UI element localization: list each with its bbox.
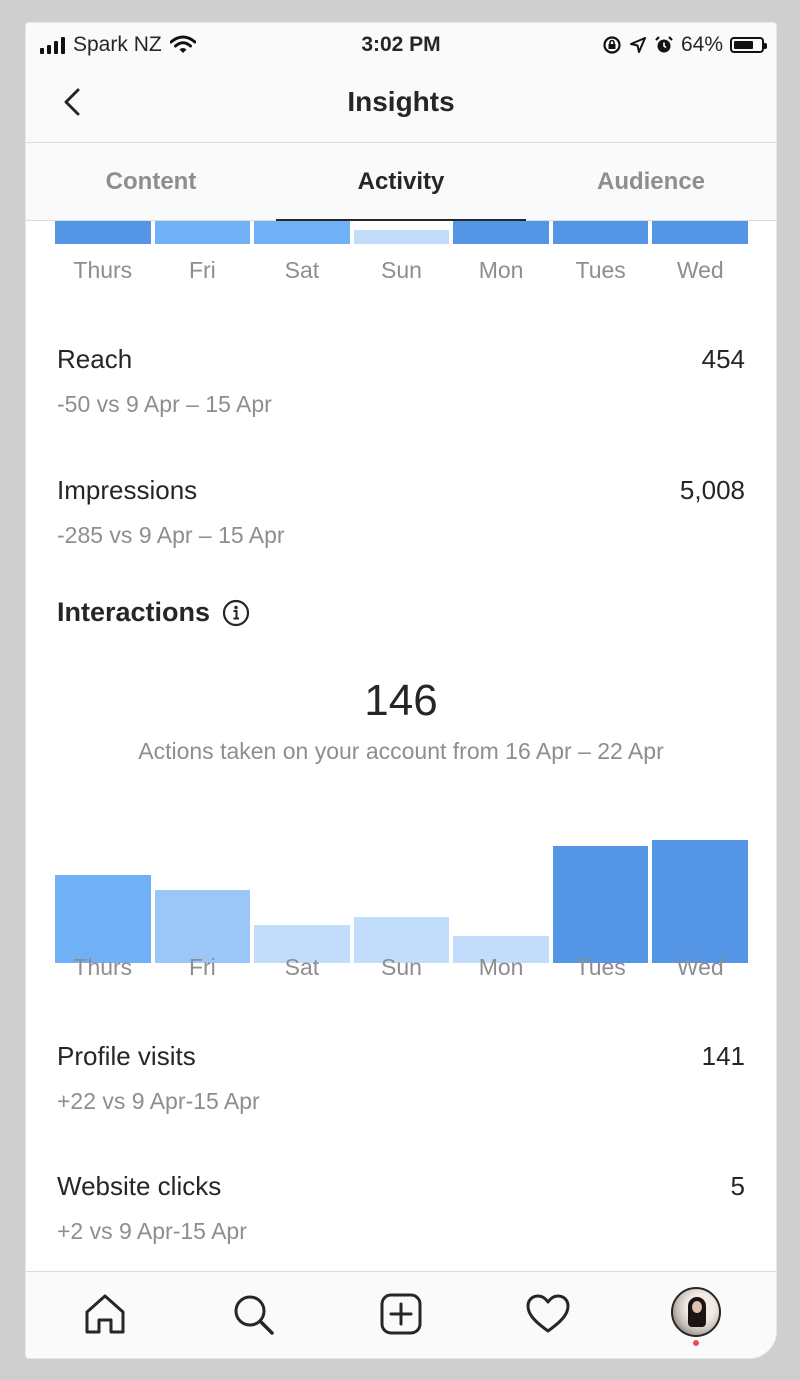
discovery-day-label: Wed xyxy=(676,257,724,283)
impressions-comparison: -285 vs 9 Apr – 15 Apr xyxy=(57,522,285,548)
profile-visits-label: Profile visits xyxy=(57,1041,196,1071)
interactions-title: Interactions xyxy=(57,597,211,627)
interactions-day-label: Wed xyxy=(676,954,724,980)
tab-content[interactable]: Content xyxy=(26,143,276,220)
impressions-label: Impressions xyxy=(57,475,198,505)
interactions-heading: Interactions xyxy=(57,597,250,628)
discovery-day-label: Fri xyxy=(188,257,216,283)
battery-percent: 64% xyxy=(680,33,723,56)
discovery-day-label: Mon xyxy=(478,257,524,283)
discovery-day-label: Tues xyxy=(575,257,626,283)
header: Insights xyxy=(26,68,776,143)
info-icon[interactable] xyxy=(222,599,250,627)
reach-row[interactable]: Reach 454 -50 vs 9 Apr – 15 Apr xyxy=(57,344,745,418)
alarm-icon xyxy=(655,36,673,53)
discovery-bar-wed[interactable] xyxy=(652,221,749,244)
interactions-day-label: Fri xyxy=(188,954,216,980)
status-right: 64% xyxy=(602,33,767,57)
activity-content[interactable]: Thurs Fri Sat Sun Mon Tues Wed Reach 454 -50 v… xyxy=(26,221,776,1271)
discovery-bar-thurs[interactable] xyxy=(55,221,151,244)
profile-visits-value: 141 xyxy=(701,1041,745,1071)
discovery-day-label: Sat xyxy=(284,257,320,283)
website-clicks-comparison: +2 vs 9 Apr-15 Apr xyxy=(57,1218,247,1244)
reach-label: Reach xyxy=(57,344,133,374)
battery-icon xyxy=(730,37,767,53)
discovery-bar-fri[interactable] xyxy=(154,221,251,244)
tab-audience[interactable]: Audience xyxy=(526,143,776,220)
impressions-row[interactable]: Impressions 5,008 -285 vs 9 Apr – 15 Apr xyxy=(57,475,745,549)
website-clicks-row[interactable]: Website clicks 5 +2 vs 9 Apr-15 Apr xyxy=(57,1171,745,1245)
discovery-bar-sat[interactable] xyxy=(254,221,350,244)
website-clicks-label: Website clicks xyxy=(57,1171,222,1201)
interactions-bar-tues[interactable] xyxy=(552,846,649,963)
discovery-day-label: Thurs xyxy=(73,257,133,283)
interactions-total: 146 xyxy=(364,676,438,725)
discovery-bar-tues[interactable] xyxy=(552,221,649,244)
profile-visits-row[interactable]: Profile visits 141 +22 vs 9 Apr-15 Apr xyxy=(57,1041,745,1115)
impressions-value: 5,008 xyxy=(679,475,745,505)
website-clicks-value: 5 xyxy=(730,1171,745,1201)
interactions-day-label: Sat xyxy=(284,954,320,980)
rotation-lock-icon xyxy=(603,36,621,54)
interactions-bar-chart xyxy=(55,803,749,963)
notification-dot xyxy=(693,1340,699,1346)
interactions-day-label: Sun xyxy=(381,954,422,980)
interactions-day-label: Thurs xyxy=(73,954,133,980)
interactions-bar-wed[interactable] xyxy=(652,840,749,963)
profile-visits-comparison: +22 vs 9 Apr-15 Apr xyxy=(57,1088,260,1114)
profile-avatar[interactable] xyxy=(671,1287,721,1337)
interactions-caption: Actions taken on your account from 16 Ap… xyxy=(138,738,664,764)
add-post-icon[interactable] xyxy=(377,1290,425,1338)
interactions-day-label: Tues xyxy=(575,954,626,980)
interactions-day-label: Mon xyxy=(478,954,524,980)
page-title: Insights xyxy=(347,86,455,117)
bottom-nav xyxy=(26,1271,776,1358)
status-bar: Spark NZ 3:02 PM 64% xyxy=(26,23,776,68)
location-arrow-icon xyxy=(629,37,646,53)
discovery-day-label: Sun xyxy=(381,257,422,283)
activity-heart-icon[interactable] xyxy=(524,1290,572,1338)
reach-comparison: -50 vs 9 Apr – 15 Apr xyxy=(57,391,272,417)
insights-tabs: Content Activity Audience xyxy=(26,143,776,221)
search-icon[interactable] xyxy=(229,1290,277,1338)
discovery-day-labels: Thurs Fri Sat Sun Mon Tues Wed xyxy=(55,257,748,284)
home-icon[interactable] xyxy=(81,1290,129,1338)
reach-value: 454 xyxy=(701,344,745,374)
interactions-day-labels: Thurs Fri Sat Sun Mon Tues Wed xyxy=(55,954,748,981)
phone-screen: Spark NZ 3:02 PM 64% Insights Content Ac… xyxy=(25,22,777,1359)
discovery-bar-chart xyxy=(55,221,749,244)
discovery-bar-sun[interactable] xyxy=(353,230,450,244)
tab-activity[interactable]: Activity xyxy=(276,143,526,221)
discovery-bar-mon[interactable] xyxy=(453,221,549,244)
interactions-bar-fri[interactable] xyxy=(154,890,251,963)
interactions-bar-thurs[interactable] xyxy=(55,875,151,963)
